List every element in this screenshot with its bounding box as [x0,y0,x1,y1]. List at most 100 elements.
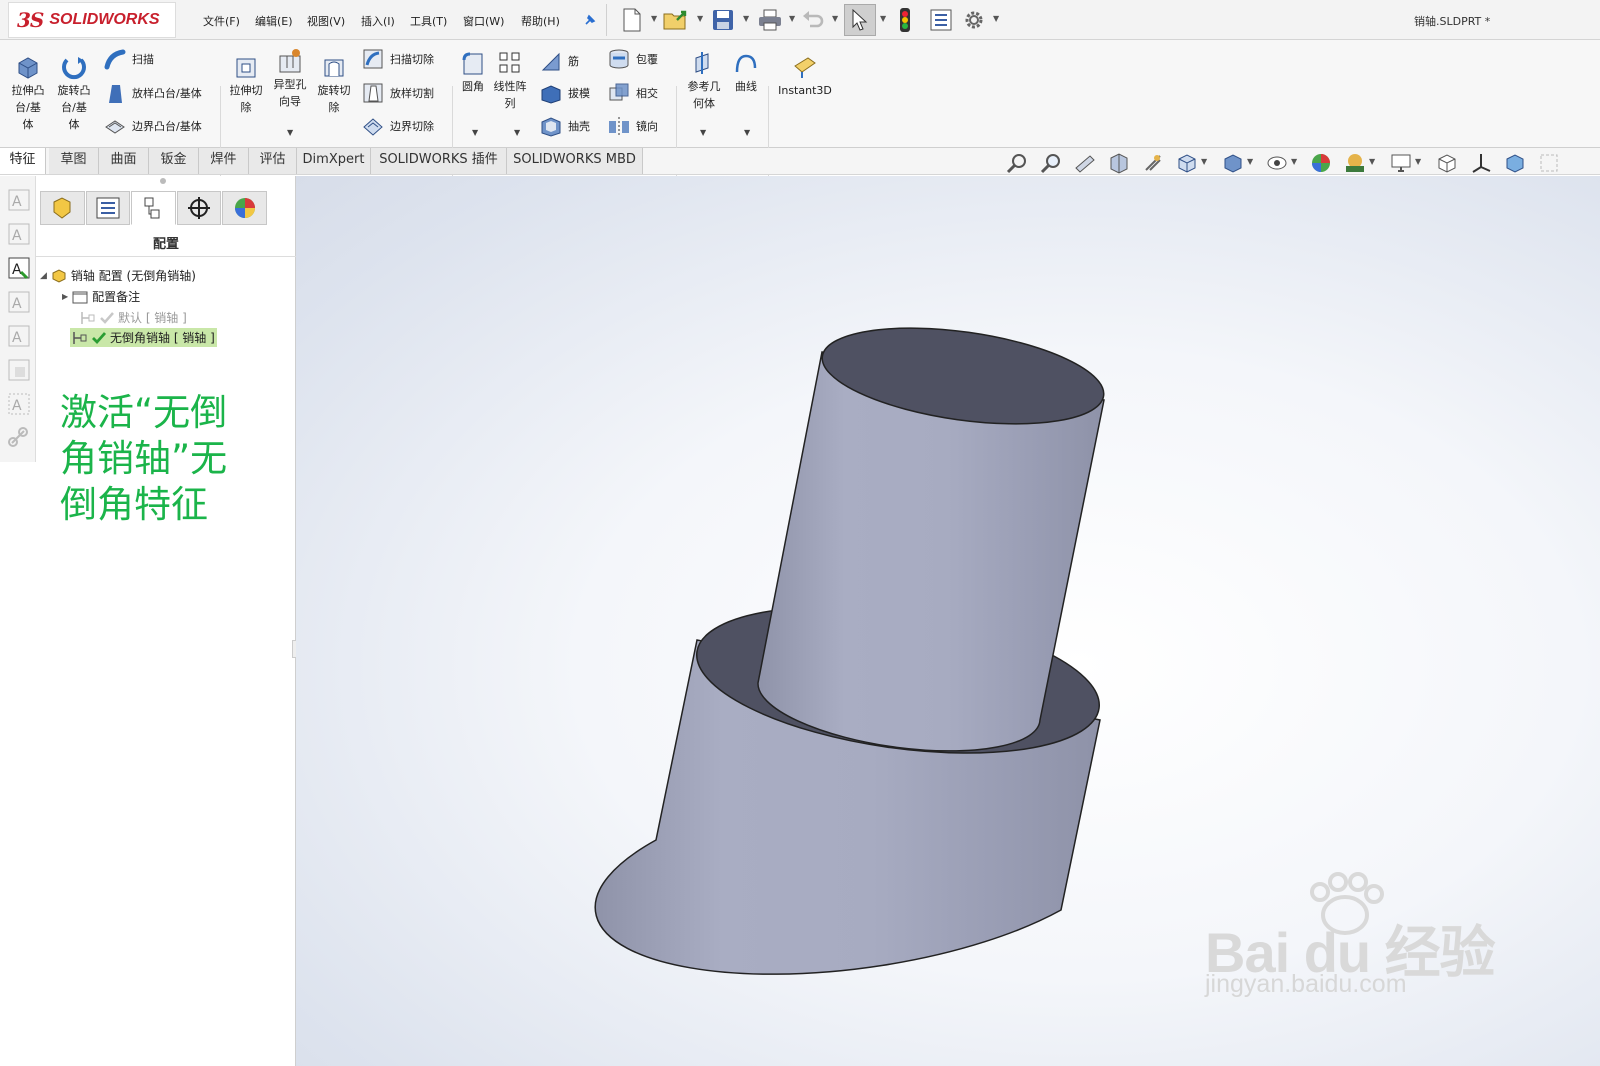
tab-sheet-metal[interactable]: 钣金 [149,148,199,174]
rib-button[interactable]: 筋 [540,50,579,72]
display-style-icon[interactable] [1222,152,1244,174]
view-settings-monitor-icon[interactable] [1390,152,1412,174]
annotation-tool-icon[interactable]: A [7,222,31,246]
chevron-down-icon[interactable]: ▼ [1369,157,1375,166]
chevron-down-icon[interactable]: ▼ [1415,157,1421,166]
annotation-tool-icon[interactable]: A [7,188,31,212]
property-manager-tab[interactable] [85,191,131,225]
select-pointer-icon[interactable] [844,4,876,36]
menu-help[interactable]: 帮助(H) [521,13,560,29]
sweep-button[interactable]: 扫描 [104,48,154,70]
expand-arrow-icon[interactable]: ▶ [62,292,68,301]
extrude-cut-button[interactable]: 拉伸切 除 [226,54,266,116]
options-gear-icon[interactable] [960,6,988,34]
chevron-down-icon[interactable]: ▼ [287,128,293,137]
lofted-cut-button[interactable]: 放样切割 [362,82,434,104]
chevron-down-icon[interactable]: ▼ [744,128,750,137]
3d-box-icon[interactable] [1436,152,1458,174]
tab-solidworks-mbd[interactable]: SOLIDWORKS MBD [507,148,643,174]
zoom-to-fit-icon[interactable] [1006,152,1028,174]
annotation-tool-icon[interactable]: A [7,392,31,416]
annotation-tool-icon[interactable]: A [7,290,31,314]
tab-dimxpert[interactable]: DimXpert [297,148,371,174]
menu-edit[interactable]: 编辑(E) [255,13,293,29]
wrap-button[interactable]: 包覆 [608,48,658,70]
shaded-cube-icon[interactable] [1504,152,1526,174]
reference-geometry-button[interactable]: 参考几 何体 [682,50,726,112]
link-tool-icon[interactable] [7,426,31,450]
section-view-icon[interactable] [1108,152,1130,174]
edit-appearance-icon[interactable] [1310,152,1332,174]
chevron-down-icon[interactable]: ▼ [993,14,999,23]
previous-view-icon[interactable] [1074,152,1096,174]
loft-boss-button[interactable]: 放样凸台/基体 [104,82,202,104]
zoom-to-area-icon[interactable] [1040,152,1062,174]
view-orientation-icon[interactable] [1176,152,1198,174]
boundary-cut-button[interactable]: 边界切除 [362,115,434,137]
tab-solidworks-addins[interactable]: SOLIDWORKS 插件 [371,148,507,174]
extrude-boss-button[interactable]: 拉伸凸 台/基 体 [6,54,50,133]
annotation-tool-icon[interactable] [7,358,31,382]
chevron-down-icon[interactable]: ▼ [697,14,703,23]
collapse-arrow-icon[interactable]: ◢ [40,271,47,281]
apply-scene-icon[interactable] [1344,152,1366,174]
fillet-button[interactable]: 圆角 [458,50,488,95]
open-folder-icon[interactable] [662,6,692,34]
menu-view[interactable]: 视图(V) [307,13,345,29]
hole-wizard-button[interactable]: 异型孔 向导 [270,48,310,110]
annotation-tool-active-icon[interactable]: A [7,256,31,280]
menu-file[interactable]: 文件(F) [203,13,240,29]
chevron-down-icon[interactable]: ▼ [743,14,749,23]
chevron-down-icon[interactable]: ▼ [1201,157,1207,166]
tab-sketch[interactable]: 草图 [49,148,99,174]
tab-weldments[interactable]: 焊件 [199,148,249,174]
undo-icon[interactable] [800,6,826,34]
revolve-cut-button[interactable]: 旋转切 除 [314,54,354,116]
menu-window[interactable]: 窗口(W) [463,13,504,29]
tab-surfaces[interactable]: 曲面 [99,148,149,174]
tab-evaluate[interactable]: 评估 [249,148,297,174]
file-properties-icon[interactable] [928,6,954,34]
panel-grip[interactable] [160,178,166,184]
shell-button[interactable]: 抽壳 [540,115,590,137]
pin-icon[interactable] [582,6,598,34]
boundary-boss-button[interactable]: 边界凸台/基体 [104,115,202,137]
configuration-manager-tab[interactable] [131,191,176,225]
save-icon[interactable] [710,6,736,34]
hide-show-items-icon[interactable] [1266,152,1288,174]
pin-part-model[interactable] [296,176,1600,1066]
chevron-down-icon[interactable]: ▼ [651,14,657,23]
chevron-down-icon[interactable]: ▼ [832,14,838,23]
display-manager-tab[interactable] [222,191,267,225]
chevron-down-icon[interactable]: ▼ [514,128,520,137]
feature-manager-tab[interactable] [40,191,85,225]
chevron-down-icon[interactable]: ▼ [1247,157,1253,166]
tab-features[interactable]: 特征 [0,148,46,174]
dimxpert-manager-tab[interactable] [176,191,222,225]
chevron-down-icon[interactable]: ▼ [1291,157,1297,166]
tree-item-config-default[interactable]: 默认 [ 销轴 ] [80,309,187,326]
mirror-button[interactable]: 镜向 [608,115,658,137]
linear-pattern-button[interactable]: 线性阵 列 [490,50,530,112]
tree-item-config-active[interactable]: 无倒角销轴 [ 销轴 ] [70,328,217,347]
draft-button[interactable]: 拔模 [540,82,590,104]
chevron-down-icon[interactable]: ▼ [789,14,795,23]
tree-root-configuration[interactable]: ◢ 销轴 配置 (无倒角销轴) [40,267,196,284]
annotation-tool-icon[interactable]: A [7,324,31,348]
chevron-down-icon[interactable]: ▼ [472,128,478,137]
instant3d-button[interactable]: Instant3D [774,54,836,99]
rebuild-traffic-light-icon[interactable] [895,6,915,34]
solidworks-logo[interactable]: 3S SOLIDWORKS [8,2,176,38]
dynamic-annotation-icon[interactable] [1142,152,1164,174]
coordinate-axes-icon[interactable] [1470,152,1492,174]
intersect-button[interactable]: 相交 [608,82,658,104]
revolve-boss-button[interactable]: 旋转凸 台/基 体 [52,54,96,133]
print-icon[interactable] [756,6,784,34]
menu-insert[interactable]: 插入(I) [361,13,395,29]
tree-item-config-notes[interactable]: ▶ 配置备注 [62,288,140,305]
graphics-viewport[interactable] [296,176,1600,1066]
new-document-icon[interactable] [620,6,644,34]
chevron-down-icon[interactable]: ▼ [700,128,706,137]
menu-tools[interactable]: 工具(T) [410,13,447,29]
curves-button[interactable]: 曲线 [730,50,762,95]
